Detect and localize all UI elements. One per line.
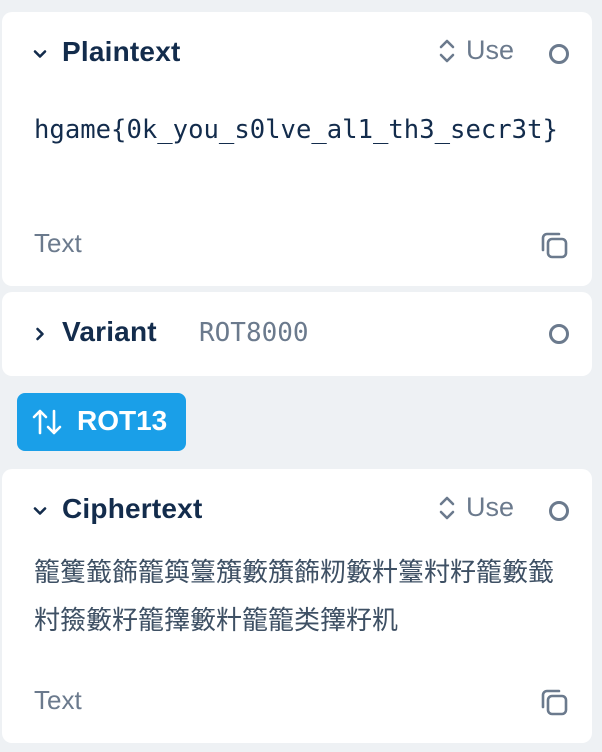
chevron-down-icon[interactable]	[32, 46, 48, 62]
plaintext-header[interactable]: Plaintext Use	[2, 34, 592, 74]
plaintext-use-button[interactable]: Use	[438, 35, 514, 66]
use-label: Use	[466, 492, 515, 522]
rot13-button[interactable]: ROT13	[17, 393, 186, 451]
variant-header[interactable]: Variant ROT8000	[2, 314, 592, 354]
copy-icon[interactable]	[538, 686, 570, 718]
plaintext-title: Plaintext	[62, 36, 181, 67]
ciphertext-field[interactable]: 籠籆籖籂籠籅籉籏籔籏籂籾籔籵籉籿籽籠籔籖籿籡籔籽籠籜籔籵籠籠类籜籽籶	[34, 549, 574, 645]
sort-arrows-icon	[439, 496, 455, 519]
swap-arrows-icon	[32, 409, 62, 435]
ciphertext-panel: Ciphertext Use 籠籆籖籂籠籅籉籏籔籏籂籾籔籵籉籿籽籠籔籖籿籡籔籽籠…	[2, 469, 592, 743]
ciphertext-use-button[interactable]: Use	[438, 492, 514, 523]
variant-panel: Variant ROT8000	[2, 292, 592, 376]
copy-icon[interactable]	[538, 229, 570, 261]
cipher-tool: Plaintext Use hgame{0k_you_s0lve_al1_th3…	[0, 0, 602, 752]
ciphertext-radio[interactable]	[549, 501, 569, 521]
ciphertext-header[interactable]: Ciphertext Use	[2, 491, 592, 531]
variant-radio[interactable]	[549, 324, 569, 344]
plaintext-panel: Plaintext Use hgame{0k_you_s0lve_al1_th3…	[2, 12, 592, 286]
plaintext-field[interactable]: hgame{0k_you_s0lve_al1_th3_secr3t}	[34, 108, 574, 152]
chevron-down-icon[interactable]	[32, 503, 48, 519]
sort-arrows-icon	[439, 39, 455, 62]
variant-value: ROT8000	[199, 318, 309, 348]
rot13-label: ROT13	[77, 405, 168, 436]
plaintext-radio[interactable]	[549, 44, 569, 64]
ciphertext-title: Ciphertext	[62, 493, 203, 524]
ciphertext-format-label: Text	[34, 685, 82, 715]
use-label: Use	[466, 35, 515, 65]
chevron-right-icon[interactable]	[32, 326, 48, 342]
plaintext-format-label: Text	[34, 228, 82, 258]
variant-title: Variant	[62, 316, 157, 347]
